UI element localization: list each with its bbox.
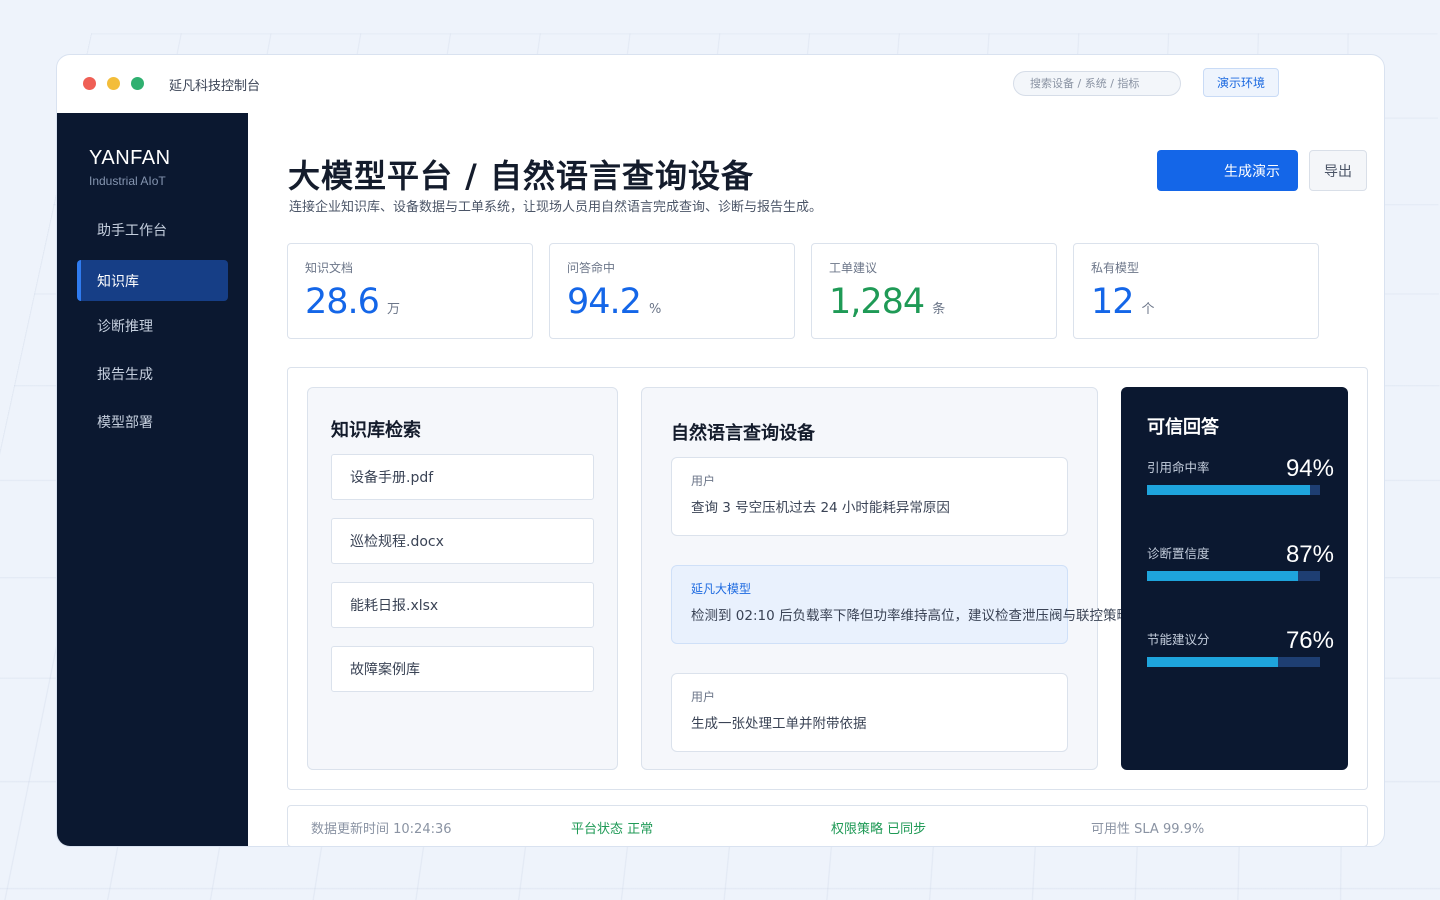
- stat-card-hit-rate: 问答命中 94.2%: [549, 243, 795, 339]
- metric-bar: [1147, 657, 1320, 667]
- trust-panel: 可信回答 引用命中率 94% 诊断置信度 87% 节能建议分 76%: [1121, 387, 1348, 770]
- sidebar: YANFAN Industrial AIoT 助手工作台 知识库 诊断推理 报告…: [57, 113, 248, 846]
- stat-label: 工单建议: [829, 261, 878, 275]
- status-bar: 数据更新时间 10:24:36 平台状态 正常 权限策略 已同步 可用性 SLA…: [287, 805, 1368, 846]
- sidebar-item-diagnosis[interactable]: 诊断推理: [77, 305, 228, 346]
- status-permission: 权限策略 已同步: [831, 822, 927, 837]
- user-message: 用户 查询 3 号空压机过去 24 小时能耗异常原因: [671, 457, 1068, 536]
- knowledge-base-panel: 知识库检索 设备手册.pdf 巡检规程.docx 能耗日报.xlsx 故障案例库: [307, 387, 618, 770]
- sidebar-item-label: 模型部署: [97, 414, 153, 431]
- metric-label: 节能建议分: [1147, 632, 1210, 647]
- user-message: 用户 生成一张处理工单并附带依据: [671, 673, 1068, 752]
- stat-unit: %: [648, 302, 662, 317]
- app-title: 延凡科技控制台: [169, 79, 261, 94]
- trust-title: 可信回答: [1147, 417, 1219, 438]
- kb-file-item[interactable]: 故障案例库: [331, 646, 594, 692]
- metric-label: 诊断置信度: [1147, 546, 1210, 561]
- message-text: 生成一张处理工单并附带依据: [691, 716, 867, 732]
- message-sender: 延凡大模型: [691, 582, 752, 596]
- workspace-panel: 知识库检索 设备手册.pdf 巡检规程.docx 能耗日报.xlsx 故障案例库…: [287, 367, 1368, 790]
- kb-file-item[interactable]: 能耗日报.xlsx: [331, 582, 594, 628]
- assistant-message: 延凡大模型 检测到 02:10 后负载率下降但功率维持高位，建议检查泄压阀与联控…: [671, 565, 1144, 644]
- status-updated-time: 数据更新时间 10:24:36: [311, 822, 452, 837]
- page-title: 大模型平台 / 自然语言查询设备: [288, 157, 754, 195]
- metric-value: 94%: [1285, 455, 1334, 482]
- metric-bar-fill: [1147, 485, 1310, 495]
- stat-unit: 条: [932, 302, 946, 317]
- status-sla: 可用性 SLA 99.9%: [1091, 822, 1205, 837]
- stat-number: 28.6: [305, 282, 380, 322]
- title-bar: 延凡科技控制台 演示环境: [57, 55, 1384, 113]
- kb-file-item[interactable]: 巡检规程.docx: [331, 518, 594, 564]
- page-subtitle: 连接企业知识库、设备数据与工单系统，让现场人员用自然语言完成查询、诊断与报告生成…: [289, 200, 823, 215]
- message-sender: 用户: [691, 474, 716, 488]
- stat-value: 94.2%: [567, 282, 661, 322]
- message-sender: 用户: [691, 690, 716, 704]
- main-content: 大模型平台 / 自然语言查询设备 连接企业知识库、设备数据与工单系统，让现场人员…: [248, 113, 1384, 846]
- brand-subtitle: Industrial AIoT: [89, 174, 166, 188]
- metric-bar-fill: [1147, 657, 1279, 667]
- chat-title: 自然语言查询设备: [671, 423, 815, 444]
- brand-logo: YANFAN: [89, 147, 171, 169]
- stat-unit: 个: [1141, 302, 1155, 317]
- search-input[interactable]: [1013, 71, 1181, 96]
- stat-card-documents: 知识文档 28.6 万: [287, 243, 533, 339]
- metric-bar: [1147, 571, 1320, 581]
- message-text: 查询 3 号空压机过去 24 小时能耗异常原因: [691, 500, 950, 516]
- metric-bar: [1147, 485, 1320, 495]
- metric-bar-fill: [1147, 571, 1298, 581]
- stat-number: 1,284: [829, 282, 925, 322]
- stat-value: 1,284 条: [829, 282, 945, 322]
- stat-number: 94.2: [567, 282, 642, 322]
- metric-value: 87%: [1285, 541, 1334, 568]
- kb-file-item[interactable]: 设备手册.pdf: [331, 454, 594, 500]
- sidebar-item-label: 报告生成: [97, 366, 153, 383]
- maximize-window-icon[interactable]: [131, 77, 144, 90]
- sidebar-item-label: 助手工作台: [97, 222, 167, 239]
- sidebar-item-label: 知识库: [97, 273, 139, 290]
- stat-number: 12: [1091, 282, 1135, 322]
- sidebar-item-label: 诊断推理: [97, 318, 153, 335]
- stat-label: 知识文档: [305, 261, 354, 275]
- status-platform: 平台状态 正常: [571, 822, 654, 837]
- export-button[interactable]: 导出: [1309, 150, 1367, 191]
- environment-badge[interactable]: 演示环境: [1203, 68, 1279, 97]
- metric-label: 引用命中率: [1147, 460, 1210, 475]
- stat-card-private-models: 私有模型 12 个: [1073, 243, 1319, 339]
- stat-label: 问答命中: [567, 261, 616, 275]
- close-window-icon[interactable]: [83, 77, 96, 90]
- app-window: 延凡科技控制台 演示环境 YANFAN Industrial AIoT 助手工作…: [56, 54, 1385, 847]
- sidebar-item-model-deploy[interactable]: 模型部署: [77, 401, 228, 442]
- sidebar-item-assistant[interactable]: 助手工作台: [77, 209, 228, 250]
- sidebar-item-reports[interactable]: 报告生成: [77, 353, 228, 394]
- chat-panel: 自然语言查询设备 用户 查询 3 号空压机过去 24 小时能耗异常原因 延凡大模…: [641, 387, 1144, 770]
- generate-demo-button[interactable]: 生成演示: [1157, 150, 1298, 191]
- stat-value: 12 个: [1091, 282, 1155, 322]
- stat-card-work-orders: 工单建议 1,284 条: [811, 243, 1057, 339]
- stat-value: 28.6 万: [305, 282, 400, 322]
- minimize-window-icon[interactable]: [107, 77, 120, 90]
- knowledge-base-title: 知识库检索: [331, 420, 421, 441]
- metric-value: 76%: [1285, 627, 1334, 654]
- sidebar-item-knowledge-base[interactable]: 知识库: [77, 260, 228, 301]
- stat-unit: 万: [386, 302, 400, 317]
- stat-label: 私有模型: [1091, 261, 1140, 275]
- message-text: 检测到 02:10 后负载率下降但功率维持高位，建议检查泄压阀与联控策略。: [691, 608, 1144, 624]
